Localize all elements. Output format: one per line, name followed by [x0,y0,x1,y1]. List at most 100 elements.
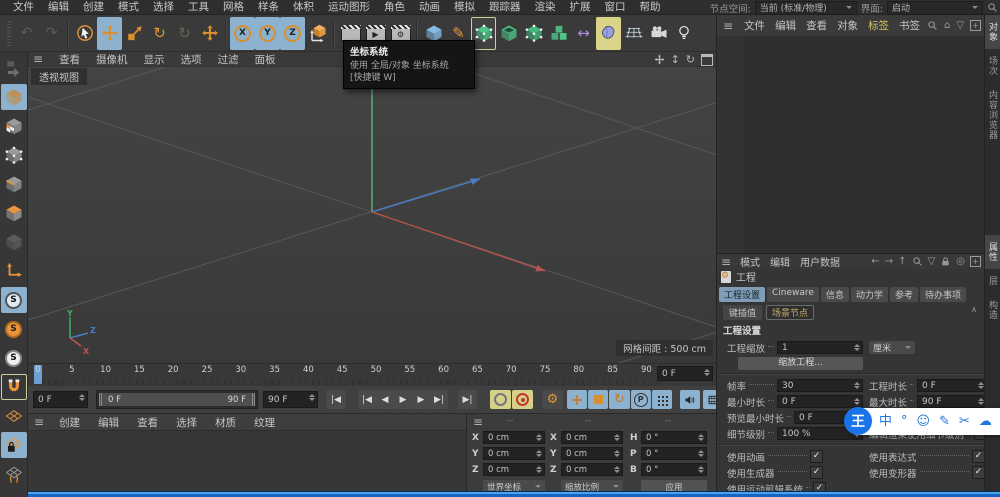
viewport-menu-item[interactable]: 过滤 [210,52,247,67]
points-mode-button[interactable] [1,142,27,168]
forward-icon[interactable]: → [885,256,893,267]
ime-button[interactable]: ✂ [959,415,970,428]
goto-frame-field[interactable]: 0 F [657,366,713,381]
dock-tab-构造[interactable]: 构造 [985,293,1000,327]
viewport-menu-item[interactable]: 选项 [173,52,210,67]
spinner-arrows-icon[interactable] [536,466,542,473]
volume-builder-button[interactable] [596,17,621,50]
plusbox-icon[interactable]: + [970,256,981,267]
move-tool[interactable] [97,17,122,50]
attribute-tab-信息[interactable]: 信息 [821,287,849,302]
key-rotation-button[interactable]: ↻ [609,390,629,409]
object-manager-menu-item[interactable]: 标签 [863,18,894,33]
workplane-button[interactable] [1,403,27,429]
prev-key-button[interactable]: |◀ [358,390,376,409]
goto-start-button[interactable]: |◀ [326,390,346,409]
spinner-arrows-icon[interactable] [854,344,860,351]
live-selection-tool[interactable] [72,17,97,50]
attribute-menu-item[interactable]: 模式 [735,254,765,269]
axis-move-tool[interactable] [197,17,222,50]
menubar-item[interactable]: 选择 [146,0,181,15]
settings-field[interactable]: 90 F [917,395,985,408]
ime-button[interactable]: ° [901,415,908,428]
menubar-item[interactable]: 编辑 [41,0,76,15]
redo-button[interactable]: ↷ [39,17,64,50]
rotate-tool[interactable]: ↻ [147,17,172,50]
menubar-item[interactable]: 创建 [76,0,111,15]
search-icon[interactable] [927,20,938,31]
current-frame-field[interactable]: 0 F [33,391,88,408]
planar-workplane-button[interactable] [1,461,27,487]
last-used-tool[interactable]: ↻ [172,17,197,50]
key-scale-button[interactable] [588,390,608,409]
material-menu-item[interactable]: 查看 [128,415,167,430]
camera-button[interactable] [646,17,671,50]
menubar-item[interactable]: 帮助 [633,0,668,15]
project-scale-field[interactable]: 1 [777,341,863,354]
coords-field[interactable]: 0 ° [641,463,707,476]
coords-field[interactable]: 0 cm [561,447,623,460]
prev-frame-button[interactable]: ◀ [376,390,394,409]
material-menu-item[interactable]: 材质 [206,415,245,430]
spinner-arrows-icon[interactable] [614,450,620,457]
menubar-item[interactable]: 动画 [412,0,447,15]
menubar-item[interactable]: 样条 [251,0,286,15]
viewport-menu-item[interactable]: 面板 [247,52,284,67]
menubar-item[interactable]: 运动图形 [321,0,377,15]
toolbar-drag-handle[interactable] [7,20,11,46]
material-menu-item[interactable]: 编辑 [89,415,128,430]
menubar-item[interactable]: 跟踪器 [482,0,528,15]
object-manager-menu-item[interactable]: 对象 [832,18,863,33]
attribute-tab-Cineware[interactable]: Cineware [767,287,819,302]
convert-selection-button[interactable] [1,55,27,81]
up-icon[interactable]: ↑ [898,256,906,267]
record-keyframe-button[interactable] [490,390,511,409]
material-menu-item[interactable]: 选择 [167,415,206,430]
dock-tab-属性[interactable]: 属性 [985,235,1000,269]
spinner-arrows-icon[interactable] [614,434,620,441]
extrude-generator-button[interactable] [496,17,521,50]
dock-tab-对象[interactable]: 对象 [985,15,1000,49]
symmetry-button[interactable]: ↔ [571,17,596,50]
spinner-arrows-icon[interactable] [704,369,710,376]
filter-icon[interactable]: ▽ [928,256,936,267]
menubar-item[interactable]: 角色 [377,0,412,15]
coords-field[interactable]: 0 cm [483,431,545,444]
target-icon[interactable]: ◎ [956,256,965,267]
snap-modes-button[interactable]: S [1,345,27,371]
material-menu-item[interactable]: 纹理 [245,415,284,430]
snap-toggle-button[interactable]: S [1,287,27,313]
ffd-cage-button[interactable] [521,17,546,50]
lock-icon[interactable] [940,256,951,267]
frame-range-bar[interactable]: 0 F 90 F [99,393,255,406]
menubar-item[interactable]: 窗口 [598,0,633,15]
ime-button[interactable]: ✎ [939,415,950,428]
lock-y-button[interactable]: Y [255,17,280,50]
view-label[interactable]: 透视视图 [31,68,87,85]
ime-button[interactable]: 中 [879,415,892,428]
menubar-item[interactable]: 扩展 [563,0,598,15]
checkbox[interactable]: ✓ [810,450,823,463]
key-pla-button[interactable] [652,390,672,409]
keying-settings-button[interactable]: ⚙ [542,390,563,409]
menubar-item[interactable]: 模式 [111,0,146,15]
spinner-arrows-icon[interactable] [79,394,85,401]
object-tree[interactable] [717,36,985,253]
menubar-item[interactable]: 文件 [6,0,41,15]
object-manager-menu-item[interactable]: 书签 [894,18,925,33]
attribute-tab-场景节点[interactable]: 场景节点 [766,305,814,320]
attribute-menu-item[interactable]: 用户数据 [795,254,845,269]
attribute-tab-工程设置[interactable]: 工程设置 [719,287,765,302]
timeline-ruler[interactable]: 0 F 051015202530354045505560657075808590 [28,364,716,387]
coords-field[interactable]: 0 cm [561,431,623,444]
attribute-tab-键插值[interactable]: 键插值 [723,305,762,320]
project-scale-unit-dropdown[interactable]: 厘米 [869,341,915,354]
object-manager-menu-item[interactable]: 编辑 [770,18,801,33]
attribute-tab-参考[interactable]: 参考 [890,287,918,302]
spinner-arrows-icon[interactable] [698,466,704,473]
spinner-arrows-icon[interactable] [698,434,704,441]
coords-field[interactable]: 0 cm [561,463,623,476]
attribute-tab-动力学[interactable]: 动力学 [851,287,888,302]
key-parameter-button[interactable]: P [631,390,651,409]
lock-workplane-button[interactable] [1,432,27,458]
